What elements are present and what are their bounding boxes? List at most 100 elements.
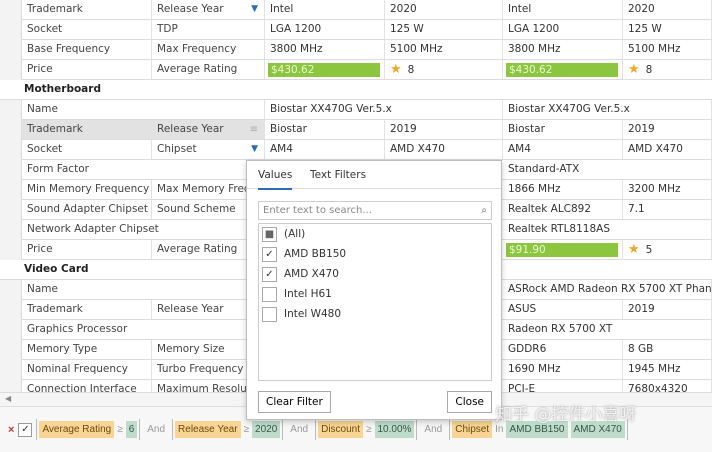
search-input[interactable]: Enter text to search... ⌕ xyxy=(258,201,492,220)
cell-label: TDP xyxy=(157,23,178,35)
filter-icon[interactable]: ▼ xyxy=(251,0,258,19)
filter-popup: Values Text Filters Enter text to search… xyxy=(246,160,502,420)
c2 lbl: Max Frequency xyxy=(152,40,265,59)
value-cell: 2020 xyxy=(385,0,503,19)
price-cell: $430.62 xyxy=(503,60,623,79)
filter-operator[interactable]: ≥ xyxy=(366,424,372,435)
grid-row[interactable]: Socket Chipset ▼ AM4 AMD X470 AM4 AMD X470 xyxy=(0,140,712,160)
cell-label: Max Frequency xyxy=(157,43,237,55)
filter-value[interactable]: 10.00% xyxy=(374,421,415,438)
clear-filter-icon[interactable]: × xyxy=(8,424,14,436)
star-icon: ★ xyxy=(628,62,640,77)
filter-value[interactable]: 2020 xyxy=(252,421,281,438)
and-operator[interactable]: And xyxy=(287,424,311,435)
cell-label: Release Year xyxy=(157,3,224,15)
value-cell: AMD X470 xyxy=(385,140,503,159)
c1 lbl: Trademark xyxy=(22,120,152,139)
cell-label: Sound Scheme xyxy=(157,203,236,215)
c1 lbl: Form Factor xyxy=(22,160,265,179)
filter-value[interactable]: 6 xyxy=(125,421,138,438)
price-bar: $430.62 xyxy=(506,63,618,77)
filter-operator[interactable]: In xyxy=(495,424,503,435)
grid-row[interactable]: Base Frequency Max Frequency 3800 MHz 5100 … xyxy=(0,40,712,60)
filter-value[interactable]: AMD X470 xyxy=(570,421,625,438)
list-item[interactable]: Intel W480 xyxy=(259,304,491,324)
sort-icon[interactable]: ≡ xyxy=(250,120,258,139)
list-item[interactable]: Intel H61 xyxy=(259,284,491,304)
value-cell: AM4 xyxy=(265,140,385,159)
filter-operator[interactable]: ≥ xyxy=(117,424,123,435)
category-header[interactable]: Motherboard xyxy=(0,80,712,100)
c2 lbl: Chipset ▼ xyxy=(152,140,265,159)
rating-value: 8 xyxy=(407,64,415,76)
c2 lbl: Average Rating xyxy=(152,60,265,79)
row-indent xyxy=(0,140,22,160)
close-button[interactable]: Close xyxy=(447,391,492,413)
and-operator[interactable]: And xyxy=(144,424,168,435)
value-cell: 5100 MHz xyxy=(623,40,712,59)
checkbox[interactable]: ✓ xyxy=(262,246,277,262)
filter-field[interactable]: Chipset xyxy=(452,421,493,438)
item-label: Intel H61 xyxy=(284,288,332,300)
filter-field[interactable]: Discount xyxy=(318,421,363,438)
grid-row[interactable]: Trademark Release Year ≡ Biostar 2019 Biostar… xyxy=(0,120,712,140)
value-cell: 125 W xyxy=(385,20,503,39)
item-label: AMD X470 xyxy=(284,268,339,280)
tab-values[interactable]: Values xyxy=(258,169,293,190)
value-cell: 125 W xyxy=(623,20,712,39)
checkbox[interactable] xyxy=(262,306,277,322)
value-cell: Intel xyxy=(265,0,385,19)
c1 lbl: Name xyxy=(22,280,265,299)
filter-condition[interactable]: Release Year ≥2020 xyxy=(172,419,284,440)
c1 lbl: Min Memory Frequency xyxy=(22,180,152,199)
grid-row[interactable]: Trademark Release Year ▼ Intel 2020 Intel 2020 xyxy=(0,0,712,20)
row-indent xyxy=(0,200,22,220)
grid-row[interactable]: Socket TDP LGA 1200 125 W LGA 1200 125 W xyxy=(0,20,712,40)
filter-condition[interactable]: Chipset In AMD BB150 AMD X470 xyxy=(449,419,628,440)
cell-label: Release Year xyxy=(157,123,224,135)
value-cell: 8 GB xyxy=(623,340,712,359)
filter-field[interactable]: Average Rating xyxy=(39,421,115,438)
value-cell: 2019 xyxy=(623,120,712,139)
value-cell: 1866 MHz xyxy=(503,180,623,199)
checkbox[interactable]: ■ xyxy=(262,226,277,242)
cell-label: Average Rating xyxy=(157,243,238,255)
filter-condition[interactable]: Discount ≥10.00% xyxy=(315,419,418,440)
value-cell: 2019 xyxy=(385,120,503,139)
clear-filter-button[interactable]: Clear Filter xyxy=(258,391,331,413)
cell-label: Memory Size xyxy=(157,343,225,355)
checkbox[interactable]: ✓ xyxy=(262,266,277,282)
and-operator[interactable]: And xyxy=(421,424,445,435)
c1 lbl: Graphics Processor xyxy=(22,320,265,339)
tab-text-filters[interactable]: Text Filters xyxy=(310,169,366,181)
filter-value[interactable]: AMD BB150 xyxy=(506,421,568,438)
cell-label: Chipset xyxy=(157,143,197,155)
row-indent xyxy=(0,280,22,300)
grid-row[interactable]: Name Biostar XX470G Ver.5.x Biostar XX470G… xyxy=(0,100,712,120)
c2 lbl: TDP xyxy=(152,20,265,39)
filter-field[interactable]: Release Year xyxy=(175,421,241,438)
filter-operator[interactable]: ≥ xyxy=(244,424,250,435)
enable-filter-checkbox[interactable]: ✓ xyxy=(18,422,33,437)
checkbox[interactable] xyxy=(262,286,277,302)
c1 lbl: Base Frequency xyxy=(22,40,152,59)
c1 lbl: Socket xyxy=(22,20,152,39)
filter-icon[interactable]: ▼ xyxy=(251,140,258,159)
list-item[interactable]: ✓ AMD BB150 xyxy=(259,244,491,264)
value-cell: GDDR6 xyxy=(503,340,623,359)
value-cell: Biostar XX470G Ver.5.x xyxy=(503,100,712,119)
item-label: AMD BB150 xyxy=(284,248,347,260)
filter-condition[interactable]: Average Rating ≥6 xyxy=(36,419,141,440)
star-icon: ★ xyxy=(628,242,640,257)
value-cell: Biostar xyxy=(265,120,385,139)
grid-row[interactable]: Price Average Rating $430.62 ★ 8 $430.62 ★ 8 xyxy=(0,60,712,80)
scroll-left-icon[interactable]: ◀ xyxy=(5,394,11,403)
row-indent xyxy=(0,300,22,320)
value-cell: 3200 MHz xyxy=(623,180,712,199)
list-item[interactable]: ■ (All) xyxy=(259,224,491,244)
price-bar: $430.62 xyxy=(268,63,380,77)
c1 lbl: Price xyxy=(22,240,152,259)
value-cell: LGA 1200 xyxy=(503,20,623,39)
list-item[interactable]: ✓ AMD X470 xyxy=(259,264,491,284)
c2 lbl: Release Year ≡ xyxy=(152,120,265,139)
